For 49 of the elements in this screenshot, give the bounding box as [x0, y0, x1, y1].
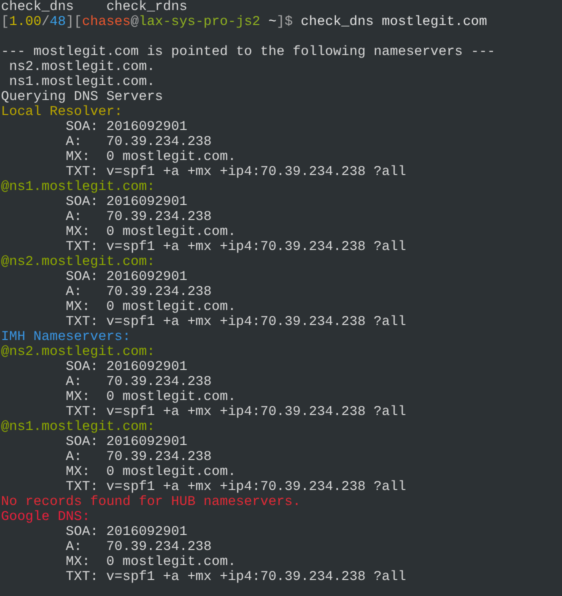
prompt-text: ~: [267, 15, 276, 30]
dns-record: A: 70.39.234.238: [64, 135, 212, 150]
prompt-text: /: [42, 15, 50, 30]
dns-record: A: 70.39.234.238: [64, 540, 212, 555]
output-text: --- mostlegit.com is pointed to the following nameservers ---: [1, 45, 496, 60]
prompt-text: chases: [82, 15, 131, 30]
dns-record: TXT: v=spf1 +a +mx +ip4:70.39.234.238 ?all: [64, 240, 406, 255]
dns-record: SOA: 2016092901: [64, 435, 188, 450]
section-heading: IMH Nameservers:: [1, 330, 131, 345]
section-heading: No records found for HUB nameservers.: [1, 495, 301, 510]
completion-text: check_rdns: [106, 0, 188, 15]
prompt-text: check_dns mostlegit.com: [300, 15, 488, 30]
dns-record: SOA: 2016092901: [64, 195, 188, 210]
dns-record: A: 70.39.234.238: [64, 450, 212, 465]
dns-record: SOA: 2016092901: [64, 525, 188, 540]
dns-record: MX: 0 mostlegit.com.: [64, 555, 236, 570]
dns-record: TXT: v=spf1 +a +mx +ip4:70.39.234.238 ?all: [64, 570, 406, 585]
section-heading: @ns2.mostlegit.com:: [1, 255, 155, 270]
dns-record: SOA: 2016092901: [64, 270, 188, 285]
dns-record: MX: 0 mostlegit.com.: [64, 390, 236, 405]
prompt-text: 48: [50, 15, 66, 30]
prompt-text: @: [130, 15, 139, 30]
dns-record: TXT: v=spf1 +a +mx +ip4:70.39.234.238 ?all: [64, 165, 406, 180]
nameserver-text: ns1.mostlegit.com.: [8, 75, 155, 90]
prompt-text: ]$: [276, 15, 293, 30]
prompt-text: lax-sys-pro-js2: [138, 15, 260, 30]
dns-record: MX: 0 mostlegit.com.: [64, 150, 236, 165]
dns-record: SOA: 2016092901: [64, 120, 188, 135]
dns-record: TXT: v=spf1 +a +mx +ip4:70.39.234.238 ?all: [64, 315, 406, 330]
prompt-text: ][: [66, 15, 82, 30]
section-heading: Local Resolver:: [1, 105, 123, 120]
completion-text: check_dns: [1, 0, 74, 15]
nameserver-text: ns2.mostlegit.com.: [8, 60, 155, 75]
dns-record: TXT: v=spf1 +a +mx +ip4:70.39.234.238 ?all: [64, 480, 406, 495]
dns-record: MX: 0 mostlegit.com.: [64, 225, 236, 240]
section-heading: Google DNS:: [1, 510, 90, 525]
output-text: Querying DNS Servers: [1, 90, 164, 105]
section-heading: @ns1.mostlegit.com:: [1, 180, 155, 195]
prompt-text: [: [1, 15, 10, 30]
prompt-text: 1.00: [9, 15, 42, 30]
dns-record: A: 70.39.234.238: [64, 285, 212, 300]
dns-record: A: 70.39.234.238: [64, 375, 212, 390]
dns-record: MX: 0 mostlegit.com.: [64, 465, 236, 480]
section-heading: @ns2.mostlegit.com:: [1, 345, 155, 360]
section-heading: @ns1.mostlegit.com:: [1, 420, 155, 435]
dns-record: SOA: 2016092901: [64, 360, 188, 375]
dns-record: MX: 0 mostlegit.com.: [64, 300, 236, 315]
dns-record: A: 70.39.234.238: [64, 210, 212, 225]
dns-record: TXT: v=spf1 +a +mx +ip4:70.39.234.238 ?all: [64, 405, 406, 420]
